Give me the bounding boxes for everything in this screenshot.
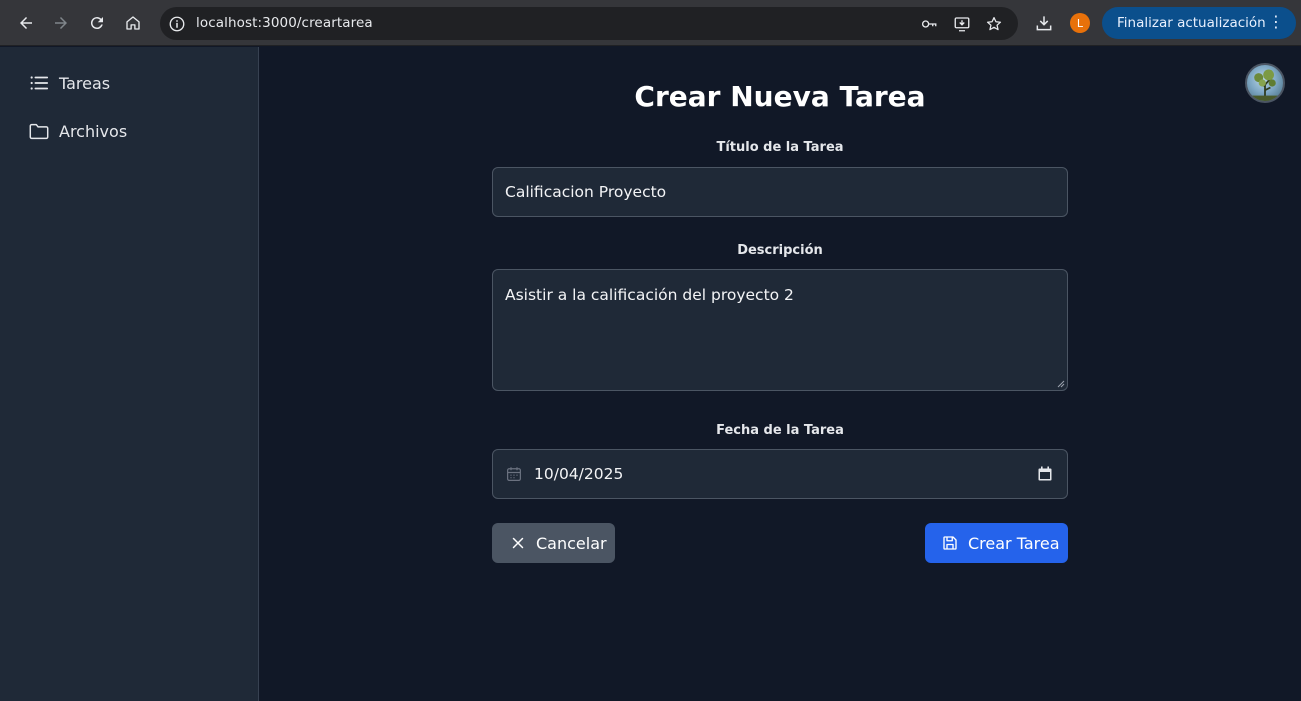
close-icon — [512, 537, 524, 549]
address-bar[interactable]: localhost:3000/creartarea — [160, 7, 1018, 40]
calendar-icon — [507, 467, 521, 481]
sidebar-item-label: Archivos — [59, 121, 128, 141]
list-icon — [30, 76, 49, 90]
title-field-label: Título de la Tarea — [716, 140, 844, 155]
password-key-icon[interactable] — [920, 15, 938, 33]
page-title: Crear Nueva Tarea — [634, 80, 926, 113]
cancel-button-label: Cancelar — [536, 533, 607, 553]
update-button-label: Finalizar actualización — [1117, 15, 1266, 31]
create-task-button[interactable]: Crear Tarea — [925, 523, 1068, 563]
more-vert-icon[interactable]: ⋮ — [1268, 13, 1284, 31]
title-input[interactable]: Calificacion Proyecto — [492, 167, 1068, 217]
cancel-button[interactable]: Cancelar — [492, 523, 615, 563]
home-button[interactable] — [121, 11, 145, 35]
title-input-value: Calificacion Proyecto — [505, 183, 667, 201]
reload-icon — [90, 17, 103, 30]
tree-avatar-icon — [1247, 69, 1283, 101]
back-button[interactable] — [14, 11, 38, 35]
sidebar-item-archivos[interactable]: Archivos — [28, 119, 127, 143]
sidebar-item-label: Tareas — [59, 73, 111, 93]
reload-button[interactable] — [85, 11, 109, 35]
date-field-label: Fecha de la Tarea — [716, 423, 844, 438]
sidebar-item-tareas[interactable]: Tareas — [28, 71, 110, 95]
resize-grip-icon[interactable] — [1057, 380, 1065, 388]
bookmark-star-icon[interactable] — [985, 15, 1003, 33]
url-text: localhost:3000/creartarea — [196, 15, 373, 31]
install-app-icon[interactable] — [953, 15, 971, 33]
description-field-label: Descripción — [737, 243, 823, 258]
browser-toolbar: localhost:3000/creartarea L Finalizar ac… — [0, 0, 1301, 46]
folder-icon — [29, 123, 49, 140]
forward-button[interactable] — [49, 11, 73, 35]
sidebar: Tareas Archivos — [0, 47, 259, 701]
home-icon — [126, 16, 140, 30]
site-info-icon[interactable] — [168, 15, 186, 33]
save-icon — [943, 536, 957, 550]
download-icon[interactable] — [1034, 13, 1054, 33]
description-textarea-value: Asistir a la calificación del proyecto 2 — [505, 286, 794, 304]
create-button-label: Crear Tarea — [968, 533, 1060, 553]
date-input[interactable]: 10/04/2025 — [492, 449, 1068, 499]
date-picker-icon[interactable] — [1037, 466, 1053, 482]
arrow-left-icon — [20, 17, 32, 29]
user-avatar[interactable] — [1245, 63, 1285, 103]
date-input-value: 10/04/2025 — [534, 465, 624, 483]
description-textarea[interactable]: Asistir a la calificación del proyecto 2 — [492, 269, 1068, 391]
update-browser-button[interactable]: Finalizar actualización ⋮ — [1102, 7, 1296, 39]
profile-avatar[interactable]: L — [1070, 13, 1090, 33]
arrow-right-icon — [55, 17, 67, 29]
